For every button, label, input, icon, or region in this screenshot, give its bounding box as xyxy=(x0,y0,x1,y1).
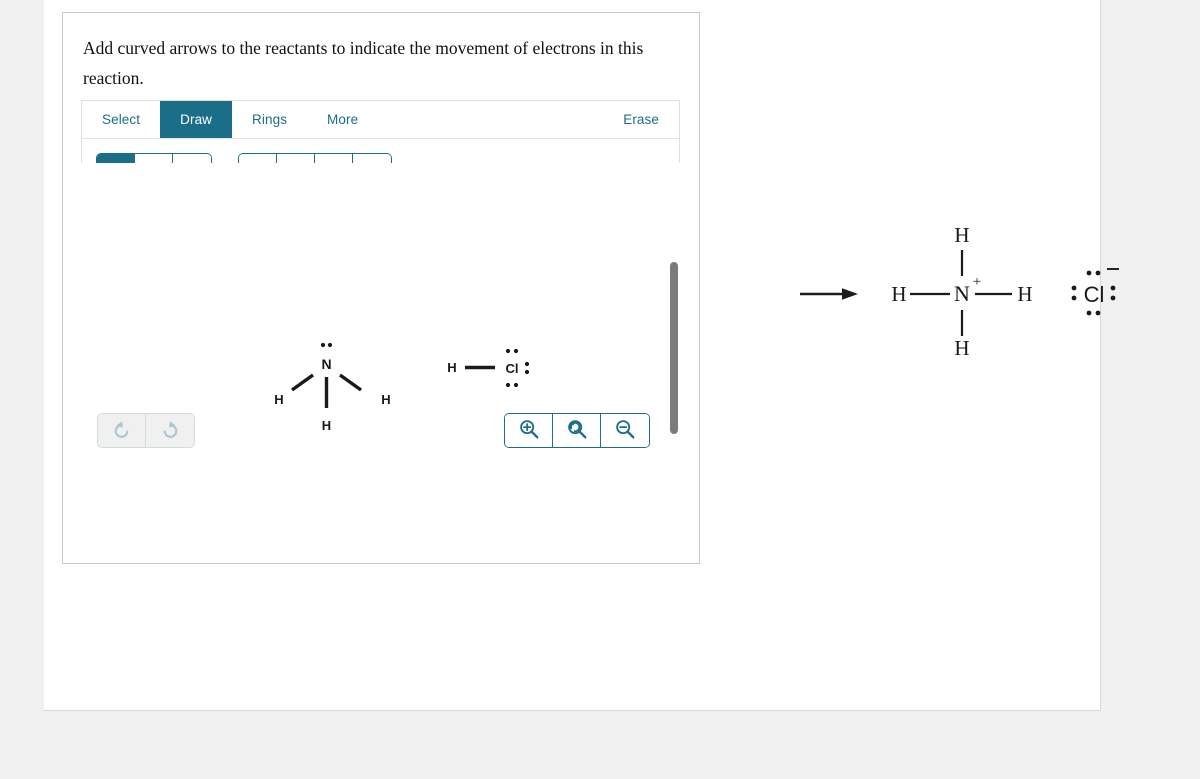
page-card: Add curved arrows to the reactants to in… xyxy=(44,0,1119,711)
chloride-lone-pair-dot xyxy=(1086,270,1092,276)
atom-label-h: H xyxy=(954,223,969,247)
atom-label-h: H xyxy=(381,392,390,407)
tab-draw[interactable]: Draw xyxy=(160,101,233,138)
chloride-lone-pair-dot xyxy=(1110,285,1116,291)
atom-label-cl: Cl xyxy=(1084,282,1105,307)
atom-label-h: H xyxy=(274,392,283,407)
chlorine-lone-pair-dot xyxy=(505,382,511,388)
erase-button[interactable]: Erase xyxy=(603,101,679,138)
zoom-in-button[interactable] xyxy=(505,414,553,447)
bond-n-h-right xyxy=(339,373,362,392)
chlorine-lone-pair-dot xyxy=(505,348,511,354)
chlorine-lone-pair-dot xyxy=(524,361,530,367)
zoom-out-icon xyxy=(614,418,636,443)
zoom-reset-icon xyxy=(566,418,588,443)
nitrogen-lone-pair-dot xyxy=(327,342,333,348)
chlorine-lone-pair-dot xyxy=(513,348,519,354)
canvas-scrollbar[interactable] xyxy=(667,163,680,493)
chlorine-lone-pair-dot xyxy=(524,369,530,375)
undo-icon xyxy=(111,419,132,443)
redo-button[interactable] xyxy=(146,414,194,447)
undo-button[interactable] xyxy=(98,414,146,447)
chloride-lone-pair-dot xyxy=(1071,295,1077,301)
tab-more[interactable]: More xyxy=(307,101,378,138)
bond-n-h-left xyxy=(291,373,314,392)
zoom-control-group xyxy=(504,413,650,448)
charge-label-plus: + xyxy=(973,274,981,290)
tab-rings[interactable]: Rings xyxy=(232,101,307,138)
nitrogen-lone-pair-dot xyxy=(320,342,326,348)
hydrogen-chloride-molecule: H Cl xyxy=(447,348,530,388)
molecule-editor-panel: Add curved arrows to the reactants to in… xyxy=(62,12,700,564)
chloride-lone-pair-dot xyxy=(1095,270,1101,276)
atom-label-h: H xyxy=(447,360,456,375)
reaction-products-display: H N + H H H Cl xyxy=(744,180,1144,380)
zoom-out-button[interactable] xyxy=(601,414,649,447)
chloride-lone-pair-dot xyxy=(1071,285,1077,291)
toolbar-tab-row: Select Draw Rings More Erase xyxy=(82,101,679,139)
question-prompt: Add curved arrows to the reactants to in… xyxy=(83,33,673,93)
zoom-in-icon xyxy=(518,418,540,443)
ammonia-molecule: N H H H xyxy=(274,342,391,433)
atom-label-h: H xyxy=(322,418,331,433)
zoom-reset-button[interactable] xyxy=(553,414,601,447)
atom-label-h: H xyxy=(891,282,906,306)
chlorine-lone-pair-dot xyxy=(513,382,519,388)
history-control-group xyxy=(97,413,195,448)
canvas-scrollbar-thumb[interactable] xyxy=(670,262,678,434)
atom-label-n: N xyxy=(321,356,331,372)
reaction-arrow xyxy=(800,288,858,300)
atom-label-n: N xyxy=(954,281,970,306)
atom-label-h: H xyxy=(1017,282,1032,306)
atom-label-cl: Cl xyxy=(506,361,519,376)
redo-icon xyxy=(160,419,181,443)
prompt-line-1: Add curved arrows to the reactants to in… xyxy=(83,38,596,58)
chloride-lone-pair-dot xyxy=(1110,295,1116,301)
ammonium-ion-structure: H N + H H H xyxy=(891,223,1032,360)
tab-select[interactable]: Select xyxy=(82,101,160,138)
atom-label-h: H xyxy=(954,336,969,360)
reaction-equation: H N + H H H Cl xyxy=(800,223,1119,360)
chloride-lone-pair-dot xyxy=(1095,310,1101,316)
chloride-ion-structure: Cl xyxy=(1071,268,1119,316)
chloride-lone-pair-dot xyxy=(1086,310,1092,316)
